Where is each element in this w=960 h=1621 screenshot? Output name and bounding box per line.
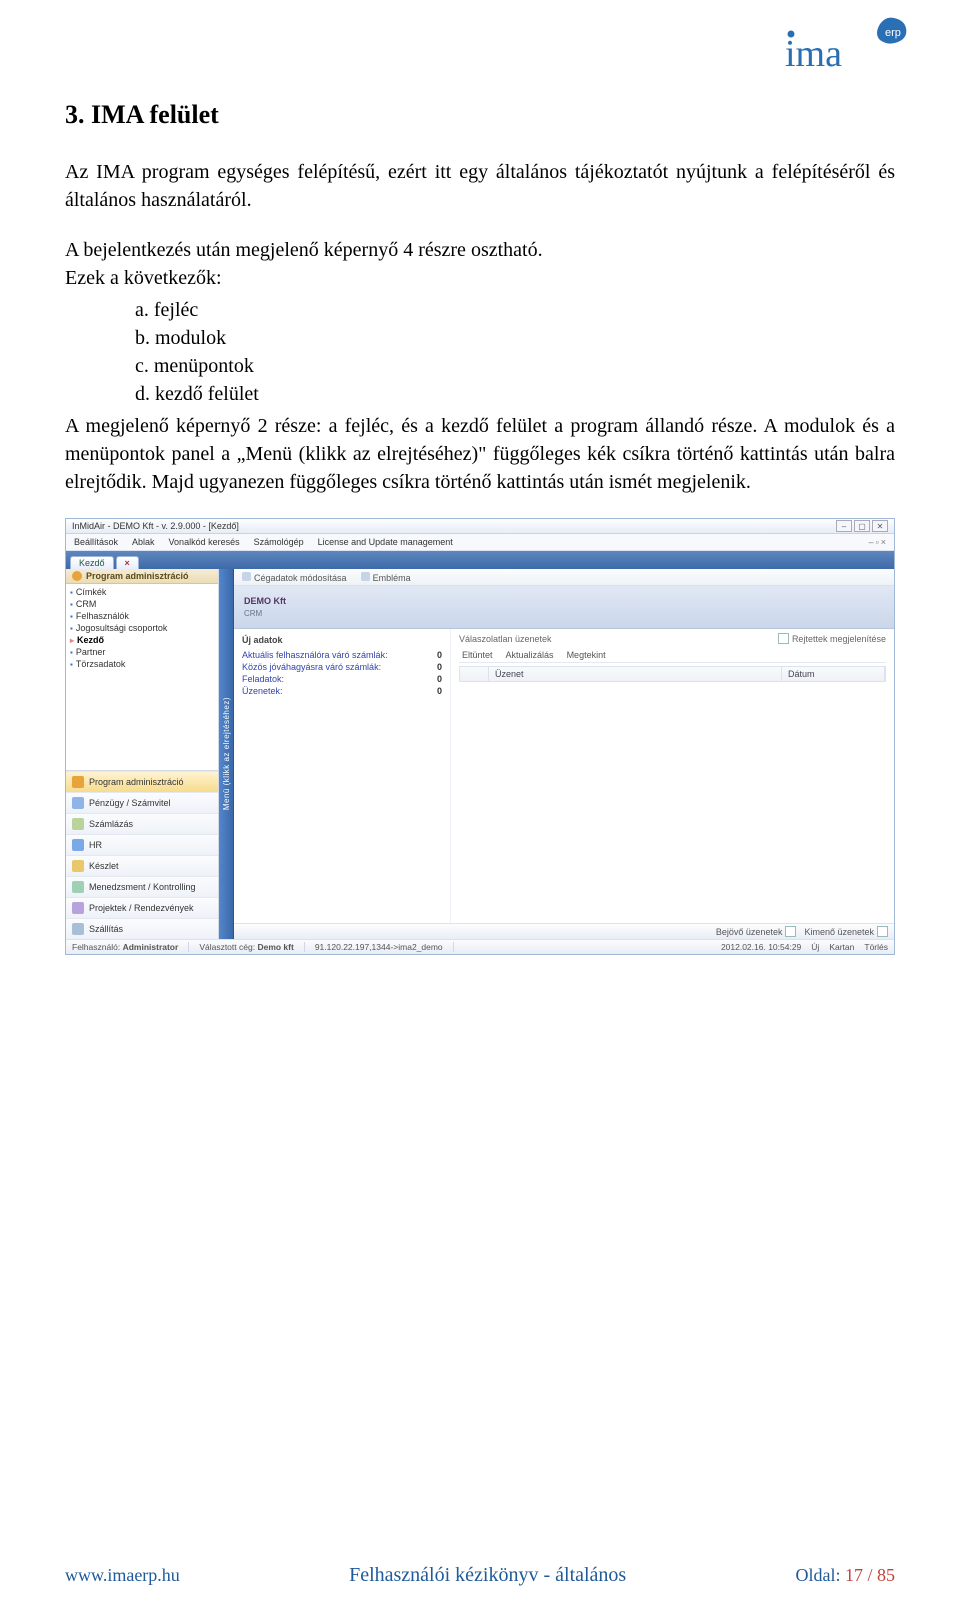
tree-node-selected[interactable]: ▸Kezdő [70,634,214,646]
tree-node[interactable]: ▪Címkék [70,586,214,598]
status-bar: Felhasználó: Administrator Választott cé… [66,939,894,954]
messages-foot-bar: Bejövő üzenetek Kimenő üzenetek [234,923,894,939]
status-datetime: 2012.02.16. 10:54:29 [721,942,801,952]
module-btn-shipping[interactable]: Szállítás [66,918,218,939]
btn-refresh[interactable]: Aktualizálás [503,650,554,660]
p2-intro-text: Ezek a következők: [65,267,222,289]
list-item: c. menüpontok [135,352,895,380]
collapse-bar-label: Menü (klikk az elrejtéséhez) [222,697,231,810]
dashboard-right-col: Válaszolatlan üzenetek Rejtettek megjele… [451,629,894,923]
module-btn-admin[interactable]: Program adminisztráció [66,771,218,792]
module-btn-stock[interactable]: Készlet [66,855,218,876]
list-item: d. kezdő felület [135,380,895,408]
show-hidden-checkbox[interactable]: Rejtettek megjelenítése [778,633,886,644]
list-item: b. modulok [135,324,895,352]
footer-title: Felhasználói kézikönyv - általános [349,1564,626,1587]
module-btn-finance[interactable]: Pénzügy / Számvitel [66,792,218,813]
p2-lead-text: A bejelentkezés után megjelenő képernyő … [65,239,543,261]
module-btn-projects[interactable]: Projektek / Rendezvények [66,897,218,918]
status-action-delete[interactable]: Törlés [864,942,888,952]
btn-view[interactable]: Megtekint [564,650,606,660]
module-btn-billing[interactable]: Számlázás [66,813,218,834]
list-item: a. fejléc [135,296,895,324]
pencil-icon [242,572,251,581]
footer-page: Oldal: 17 / 85 [795,1565,895,1586]
status-action-new[interactable]: Új [811,942,819,952]
tree-node[interactable]: ▪Felhasználók [70,610,214,622]
parts-list: a. fejléc b. modulok c. menüpontok d. ke… [135,296,895,408]
grid-col-message[interactable]: Üzenet [489,667,782,681]
company-sub: CRM [244,609,884,618]
status-connection: 91.120.22.197,1344->ima2_demo [315,942,454,952]
tab-home[interactable]: Kezdő [70,556,114,569]
status-action-card[interactable]: Kartan [829,942,854,952]
tree-node[interactable]: ▪Partner [70,646,214,658]
house-icon [72,571,82,581]
mdi-restore-icon[interactable]: ▫ [876,537,879,547]
brand-logo: erp ima [785,14,910,76]
svg-text:ima: ima [785,33,842,75]
status-user: Felhasználó: Administrator [72,942,189,952]
app-screenshot: InMidAir - DEMO Kft - v. 2.9.000 - [Kezd… [65,518,895,955]
menu-collapse-bar[interactable]: Menü (klikk az elrejtéséhez) [219,569,234,939]
module-btn-hr[interactable]: HR [66,834,218,855]
menu-item-window[interactable]: Ablak [132,537,155,547]
nav-tree: ▪Címkék ▪CRM ▪Felhasználók ▪Jogosultsági… [66,584,218,672]
metric-row: Feladatok:0 [242,673,442,685]
module-btn-management[interactable]: Menedzsment / Kontrolling [66,876,218,897]
tree-node[interactable]: ▪Jogosultsági csoportok [70,622,214,634]
metric-row: Üzenetek:0 [242,685,442,697]
window-titlebar: InMidAir - DEMO Kft - v. 2.9.000 - [Kezd… [66,519,894,534]
grid-col-icon[interactable] [460,667,489,681]
page-footer: www.imaerp.hu Felhasználói kézikönyv - á… [65,1564,895,1587]
btn-hide[interactable]: Eltüntet [459,650,493,660]
messages-title: Válaszolatlan üzenetek [459,634,552,644]
menu-item-barcode[interactable]: Vonalkód keresés [169,537,240,547]
toolbar-edit-company[interactable]: Cégadatok módosítása [242,572,347,583]
section-title-newdata: Új adatok [242,635,442,645]
paragraph-explain: A megjelenő képernyő 2 része: a fejléc, … [65,412,895,496]
tree-node[interactable]: ▪CRM [70,598,214,610]
module-buttons: Program adminisztráció Pénzügy / Számvit… [66,770,218,939]
menu-item-settings[interactable]: Beállítások [74,537,118,547]
menu-item-license[interactable]: License and Update management [318,537,453,547]
content-toolbar: Cégadatok módosítása Embléma [234,569,894,586]
paragraph-intro: Az IMA program egységes felépítésű, ezér… [65,158,895,214]
metric-row: Közös jóváhagyásra váró számlák:0 [242,661,442,673]
image-icon [361,572,370,581]
inbox-checkbox[interactable]: Bejövő üzenetek [716,926,797,937]
tab-bar: Kezdő × [66,551,894,569]
menubar: Beállítások Ablak Vonalkód keresés Számo… [66,534,894,551]
grid-header: Üzenet Dátum [459,666,886,682]
svg-text:erp: erp [885,27,901,39]
minimize-button[interactable]: – [836,520,852,532]
tab-close-button[interactable]: × [116,556,139,569]
section-heading: 3. IMA felület [65,100,895,130]
module-panel-header: Program adminisztráció [66,569,218,584]
paragraph-lead: A bejelentkezés után megjelenő képernyő … [65,236,895,292]
mdi-close-icon[interactable]: × [881,537,886,547]
close-button[interactable]: ✕ [872,520,888,532]
metric-row: Aktuális felhasználóra váró számlák:0 [242,649,442,661]
dashboard-left-col: Új adatok Aktuális felhasználóra váró sz… [234,629,451,923]
tree-node[interactable]: ▪Törzsadatok [70,658,214,670]
mdi-minimize-icon[interactable]: – [869,537,874,547]
company-band: DEMO Kft CRM [234,586,894,629]
toolbar-emblem[interactable]: Embléma [361,572,411,583]
outbox-checkbox[interactable]: Kimenő üzenetek [804,926,888,937]
company-name: DEMO Kft [244,596,884,606]
panel-title-text: Program adminisztráció [86,571,189,581]
maximize-button[interactable]: ▢ [854,520,870,532]
status-company: Választott cég: Demo kft [199,942,305,952]
footer-url: www.imaerp.hu [65,1565,180,1586]
menu-item-calculator[interactable]: Számológép [254,537,304,547]
window-title-text: InMidAir - DEMO Kft - v. 2.9.000 - [Kezd… [72,521,239,531]
grid-col-date[interactable]: Dátum [782,667,885,681]
